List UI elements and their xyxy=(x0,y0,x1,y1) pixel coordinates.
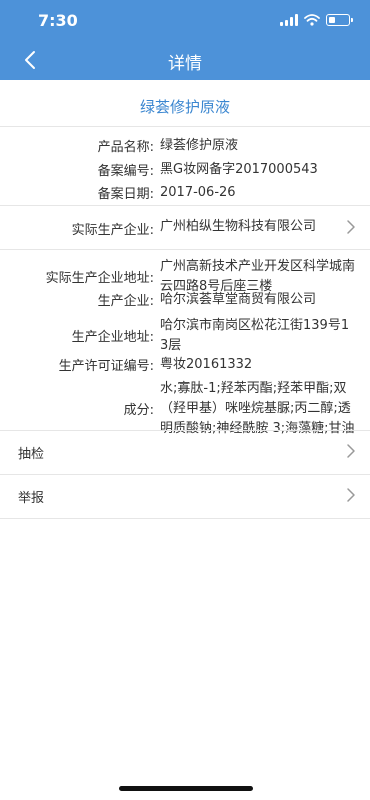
info-label: 生产许可证编号: xyxy=(58,359,154,374)
info-label: 产品名称: xyxy=(97,140,154,155)
info-value: 黑G妆网备字2017000543 xyxy=(160,162,318,177)
manufacturer-label: 实际生产企业: xyxy=(71,223,154,238)
info-label: 生产企业地址: xyxy=(71,330,154,345)
battery-icon xyxy=(326,14,353,26)
chevron-right-icon xyxy=(347,220,355,234)
inspection-label: 抽检 xyxy=(18,447,45,462)
status-time: 7:30 xyxy=(38,11,78,30)
inspection-row[interactable]: 抽检 xyxy=(0,430,370,474)
info-label: 成分: xyxy=(123,403,154,418)
chevron-right-icon xyxy=(347,444,355,458)
nav-bar: 详情 xyxy=(0,40,370,80)
divider xyxy=(0,126,370,127)
info-value: 哈尔滨市南岗区松花江街139号13层 xyxy=(160,318,350,353)
info-value: 绿荟修护原液 xyxy=(160,138,239,153)
divider xyxy=(0,249,370,250)
report-row[interactable]: 举报 xyxy=(0,474,370,518)
home-indicator[interactable] xyxy=(119,786,253,791)
status-bar: 7:30 xyxy=(0,0,370,40)
info-value: 粤妆20161332 xyxy=(160,357,253,372)
app-header: 7:30 详情 xyxy=(0,0,370,80)
manufacturer-value: 广州柏纵生物科技有限公司 xyxy=(160,219,317,234)
signal-icon xyxy=(280,14,298,26)
info-value: 2017-06-26 xyxy=(160,185,236,200)
wifi-icon xyxy=(304,14,320,26)
product-title: 绿荟修护原液 xyxy=(139,98,230,116)
status-icons xyxy=(280,13,353,27)
info-label: 实际生产企业地址: xyxy=(45,271,154,286)
chevron-right-icon xyxy=(347,488,355,502)
report-label: 举报 xyxy=(18,491,45,506)
info-label: 备案编号: xyxy=(97,164,154,179)
divider xyxy=(0,518,370,519)
info-label: 生产企业: xyxy=(97,294,154,309)
page-title: 详情 xyxy=(168,54,202,74)
manufacturer-row[interactable]: 实际生产企业: 广州柏纵生物科技有限公司 xyxy=(0,205,370,249)
info-label: 备案日期: xyxy=(97,187,154,202)
info-value: 哈尔滨荟草堂商贸有限公司 xyxy=(160,292,317,307)
